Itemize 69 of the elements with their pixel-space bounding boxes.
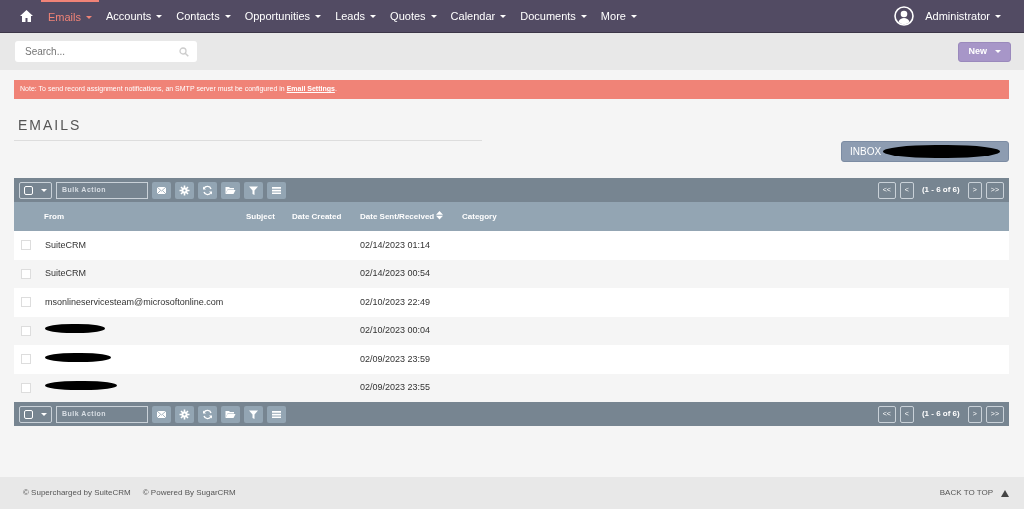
page-range: (1 - 6 of 6) bbox=[920, 184, 961, 196]
date-text: 02/09/2023 23:59 bbox=[360, 353, 431, 364]
folder-icon bbox=[225, 184, 236, 196]
nav-tab[interactable]: Accounts bbox=[99, 0, 170, 33]
refresh-icon bbox=[202, 408, 213, 420]
filter-icon bbox=[248, 408, 259, 420]
sort-icon[interactable] bbox=[436, 210, 444, 220]
column-header[interactable]: Date Sent/Received bbox=[359, 202, 461, 231]
back-to-top-link[interactable]: BACK TO TOP bbox=[939, 487, 1009, 499]
sender-text: SuiteCRM bbox=[45, 239, 86, 250]
column-header[interactable]: Category bbox=[461, 202, 1009, 231]
row-checkbox[interactable] bbox=[21, 354, 31, 365]
new-button[interactable]: New bbox=[958, 41, 1011, 62]
row-checkbox[interactable] bbox=[21, 325, 31, 336]
columns-list-icon bbox=[271, 184, 282, 196]
search-box[interactable]: Search... bbox=[15, 41, 197, 62]
nav-tab[interactable]: Contacts bbox=[169, 0, 238, 33]
toolbar-button[interactable] bbox=[198, 181, 217, 199]
date-text: 02/09/2023 23:55 bbox=[360, 382, 431, 392]
page-range: (1 - 6 of 6) bbox=[920, 408, 961, 420]
column-header[interactable]: From bbox=[44, 202, 245, 231]
up-arrow-icon bbox=[1001, 489, 1009, 497]
folder-icon bbox=[225, 408, 236, 420]
nav-tab[interactable]: Opportunities bbox=[237, 0, 329, 33]
toolbar-button[interactable] bbox=[244, 405, 263, 423]
footer-link[interactable]: © Powered By SugarCRM bbox=[142, 487, 236, 499]
toolbar-button[interactable] bbox=[267, 181, 286, 199]
column-header[interactable]: Date Created bbox=[291, 202, 359, 231]
page-title: EMAILS bbox=[14, 115, 482, 141]
mail-icon bbox=[156, 184, 167, 196]
user-menu[interactable]: Administrator bbox=[918, 0, 1008, 33]
toolbar-button[interactable] bbox=[152, 405, 171, 423]
row-checkbox[interactable] bbox=[21, 382, 31, 393]
row-checkbox[interactable] bbox=[21, 297, 31, 308]
toolbar-button[interactable] bbox=[267, 405, 286, 423]
nav-tab[interactable]: Calendar bbox=[443, 0, 514, 33]
toolbar-button[interactable] bbox=[175, 405, 194, 423]
toolbar-button[interactable] bbox=[221, 181, 240, 199]
footer-text: © Supercharged by SuiteCRM bbox=[23, 487, 131, 499]
columns-list-icon bbox=[271, 408, 282, 420]
inbox-button[interactable]: INBOX bbox=[841, 141, 1009, 162]
nav-tab[interactable]: Leads bbox=[328, 0, 384, 33]
settings-icon bbox=[179, 184, 190, 196]
toolbar-button[interactable] bbox=[221, 405, 240, 423]
toolbar-button[interactable] bbox=[175, 181, 194, 199]
nav-tab[interactable]: More bbox=[593, 0, 644, 33]
column-header[interactable]: Subject bbox=[245, 202, 291, 231]
mail-icon bbox=[156, 408, 167, 420]
date-text: 02/14/2023 01:14 bbox=[360, 239, 431, 250]
settings-icon bbox=[179, 408, 190, 420]
nav-tab[interactable]: Documents bbox=[513, 0, 594, 33]
date-text: 02/10/2023 22:49 bbox=[360, 296, 431, 307]
user-avatar-icon[interactable] bbox=[894, 6, 915, 26]
toolbar-button[interactable] bbox=[244, 181, 263, 199]
date-text: 02/10/2023 00:04 bbox=[360, 325, 431, 335]
toolbar-button[interactable] bbox=[152, 181, 171, 199]
sender-text: SuiteCRM bbox=[45, 268, 86, 278]
filter-icon bbox=[248, 184, 259, 196]
date-text: 02/14/2023 00:54 bbox=[360, 268, 431, 278]
toolbar-button[interactable] bbox=[198, 405, 217, 423]
select-all-button[interactable] bbox=[19, 181, 52, 199]
search-field[interactable]: Search... bbox=[23, 43, 179, 60]
row-checkbox[interactable] bbox=[21, 268, 31, 279]
row-checkbox[interactable] bbox=[21, 240, 31, 251]
sender-text: msonlineservicesteam@microsoftonline.com bbox=[45, 296, 224, 307]
home-icon[interactable] bbox=[20, 10, 33, 22]
refresh-icon bbox=[202, 184, 213, 196]
select-all-button[interactable] bbox=[19, 405, 52, 423]
nav-tab[interactable]: Quotes bbox=[383, 0, 444, 33]
